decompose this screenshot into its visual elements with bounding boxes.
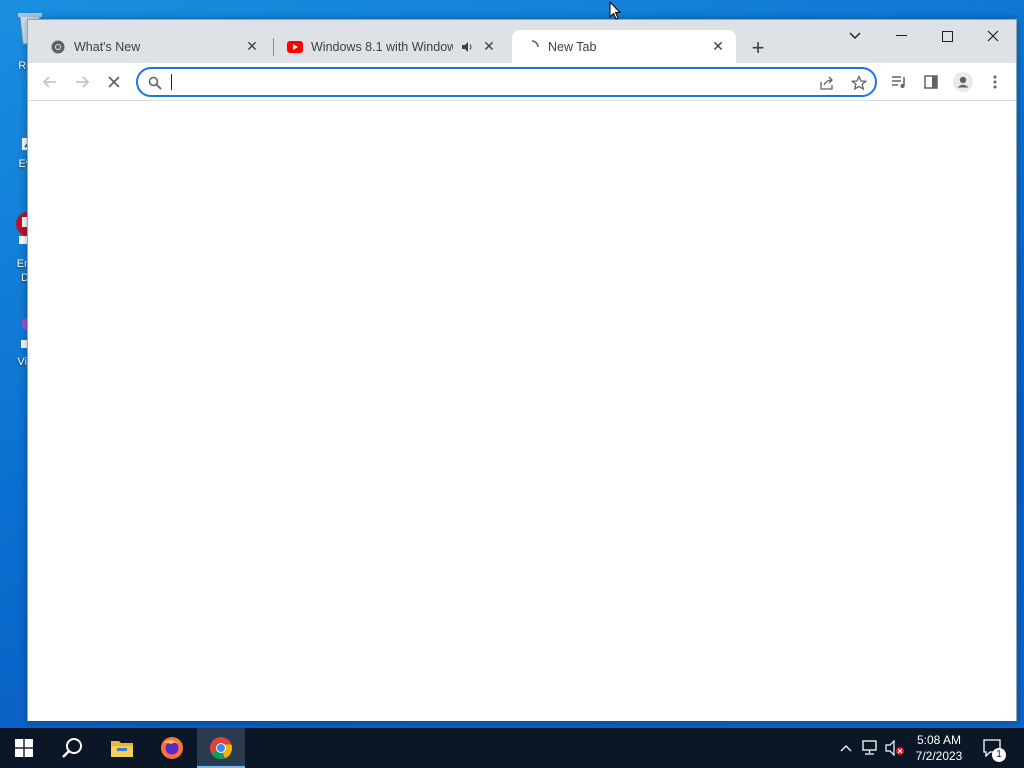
media-queue-icon bbox=[892, 76, 905, 88]
side-panel-button[interactable] bbox=[916, 67, 946, 97]
media-queue-button[interactable] bbox=[884, 67, 914, 97]
search-button[interactable] bbox=[48, 728, 96, 768]
notification-count-badge: 1 bbox=[992, 748, 1006, 762]
bookmark-star-icon[interactable] bbox=[848, 72, 870, 94]
tab-youtube[interactable]: Windows 8.1 with Windows ✕ bbox=[275, 30, 507, 63]
side-panel-icon bbox=[924, 75, 938, 89]
minimize-icon bbox=[895, 35, 907, 36]
maximize-button[interactable] bbox=[924, 20, 970, 52]
chevron-up-icon bbox=[840, 745, 852, 752]
back-button[interactable] bbox=[35, 67, 65, 97]
back-arrow-icon bbox=[42, 76, 56, 88]
tab-separator bbox=[273, 38, 274, 56]
chevron-down-icon bbox=[849, 32, 861, 39]
browser-window: What's New ✕ Windows 8.1 with Windows ✕ … bbox=[27, 19, 1017, 721]
profile-icon bbox=[953, 72, 973, 92]
audio-playing-icon[interactable] bbox=[459, 39, 475, 55]
clock-date: 7/2/2023 bbox=[915, 749, 963, 763]
taskbar: 5:08 AM 7/2/2023 1 bbox=[0, 728, 1024, 768]
new-tab-button[interactable]: + bbox=[744, 34, 772, 62]
share-icon[interactable] bbox=[816, 72, 838, 94]
page-content bbox=[28, 101, 1016, 721]
network-icon bbox=[862, 740, 877, 755]
close-icon bbox=[987, 30, 999, 42]
windows-start-icon bbox=[15, 739, 33, 757]
tab-title: New Tab bbox=[548, 39, 597, 54]
mouse-cursor-icon bbox=[609, 0, 622, 26]
tab-title: Windows 8.1 with Windows bbox=[311, 39, 453, 54]
firefox-icon bbox=[161, 737, 183, 759]
more-menu-icon bbox=[993, 75, 997, 89]
tab-whats-new[interactable]: What's New ✕ bbox=[38, 30, 270, 63]
tab-new-tab[interactable]: New Tab ✕ bbox=[512, 30, 736, 63]
minimize-button[interactable] bbox=[878, 20, 924, 52]
firefox-button[interactable] bbox=[148, 728, 196, 768]
browser-toolbar bbox=[28, 63, 1016, 101]
address-bar[interactable] bbox=[136, 67, 877, 97]
tab-search-button[interactable] bbox=[832, 20, 878, 52]
text-caret bbox=[171, 74, 172, 90]
show-hidden-icons-button[interactable] bbox=[836, 728, 856, 768]
tab-title: What's New bbox=[74, 39, 141, 54]
system-clock[interactable]: 5:08 AM 7/2/2023 bbox=[902, 732, 976, 764]
close-tab-icon[interactable]: ✕ bbox=[244, 38, 260, 55]
search-icon bbox=[62, 738, 82, 758]
more-menu-button[interactable] bbox=[980, 67, 1010, 97]
start-button[interactable] bbox=[0, 728, 48, 768]
forward-arrow-icon bbox=[76, 76, 90, 88]
youtube-icon bbox=[287, 39, 303, 55]
stop-loading-button[interactable] bbox=[99, 67, 129, 97]
chrome-icon bbox=[50, 39, 66, 55]
chrome-taskbar-button[interactable] bbox=[197, 728, 245, 768]
close-tab-icon[interactable]: ✕ bbox=[481, 38, 497, 55]
tab-strip: What's New ✕ Windows 8.1 with Windows ✕ … bbox=[28, 20, 1016, 63]
profile-button[interactable] bbox=[948, 67, 978, 97]
close-window-button[interactable] bbox=[970, 20, 1016, 52]
file-explorer-icon bbox=[111, 741, 133, 757]
loading-spinner-icon bbox=[524, 39, 540, 55]
maximize-icon bbox=[941, 30, 953, 42]
search-icon bbox=[144, 72, 166, 94]
clock-time: 5:08 AM bbox=[916, 733, 962, 747]
close-tab-icon[interactable]: ✕ bbox=[710, 38, 726, 55]
forward-button[interactable] bbox=[67, 67, 97, 97]
chrome-icon bbox=[210, 737, 233, 760]
network-button[interactable] bbox=[860, 728, 882, 768]
stop-loading-icon bbox=[108, 76, 120, 88]
file-explorer-button[interactable] bbox=[98, 728, 146, 768]
address-input[interactable] bbox=[170, 72, 810, 92]
notifications-button[interactable]: 1 bbox=[980, 728, 1006, 768]
